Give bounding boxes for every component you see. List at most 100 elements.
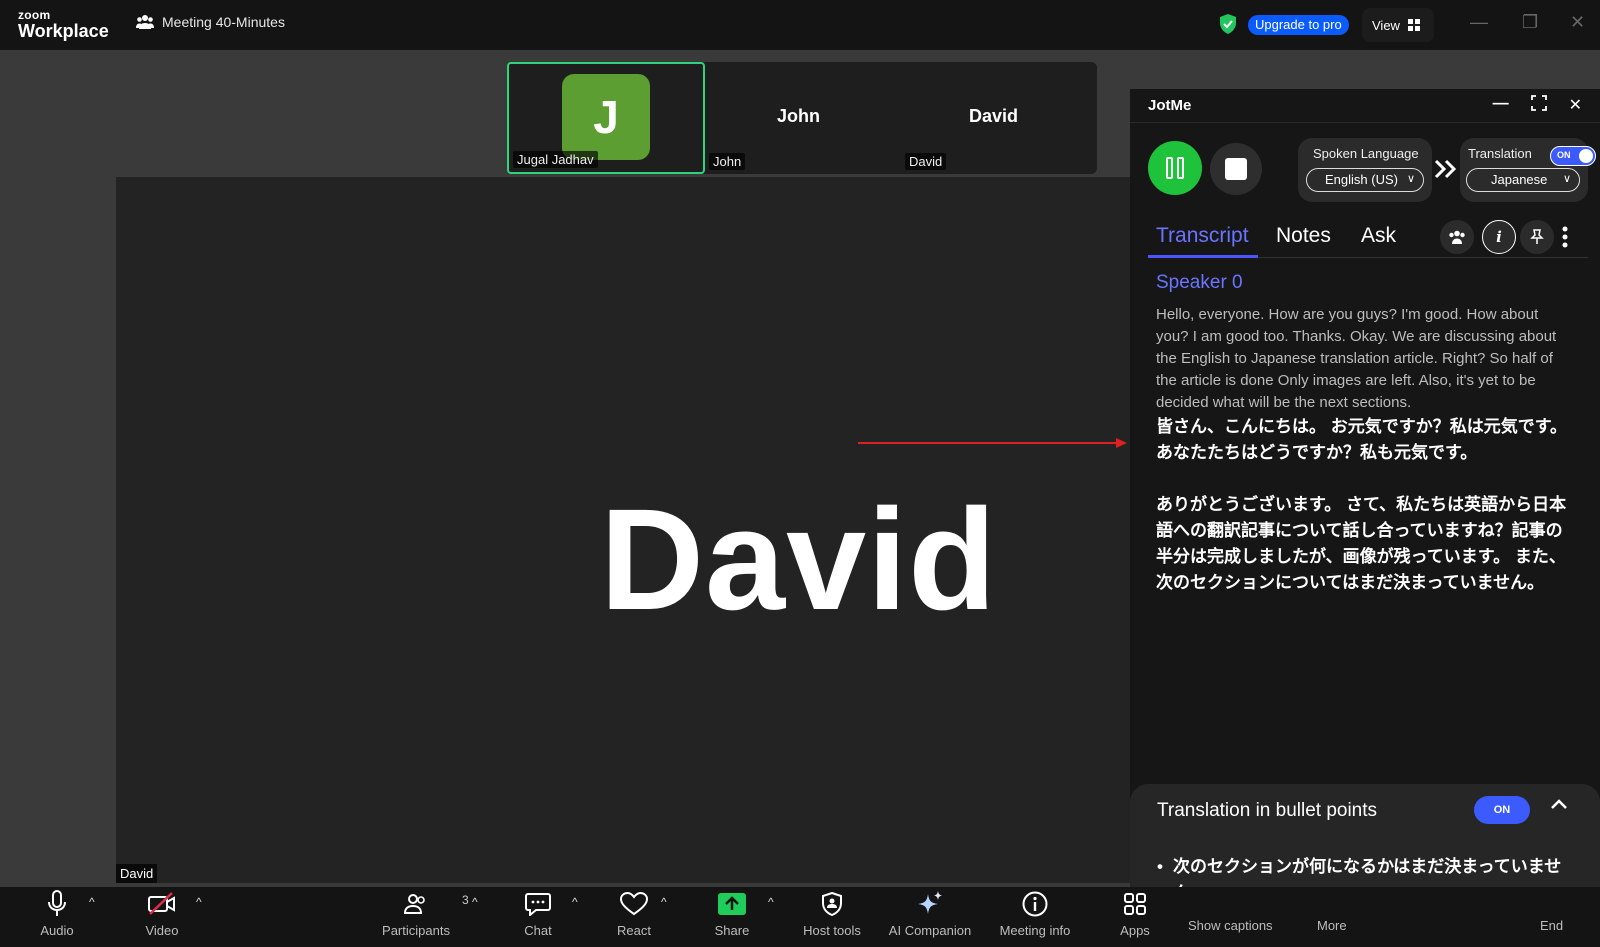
more-button[interactable]: More xyxy=(1317,918,1347,933)
thumbnail-jugal-jadhav[interactable]: J Jugal Jadhav xyxy=(507,62,705,174)
minimize-window-icon[interactable]: — xyxy=(1470,12,1488,33)
heart-icon xyxy=(620,892,648,916)
pause-icon xyxy=(1166,157,1184,179)
more-options-icon[interactable] xyxy=(1562,226,1568,253)
pause-recording-button[interactable] xyxy=(1148,141,1202,195)
pin-icon[interactable] xyxy=(1520,220,1554,254)
red-arrow-annotation xyxy=(858,438,1127,448)
toggle-knob xyxy=(1579,149,1593,163)
thumbnail-name-tag: John xyxy=(709,153,746,170)
tab-notes[interactable]: Notes xyxy=(1276,224,1331,248)
share-label: Share xyxy=(714,923,750,938)
japanese-translation-text: ありがとうございます。 さて、私たちは英語から日本語への翻訳記事について話し合っ… xyxy=(1156,495,1567,592)
jotme-tabs: Transcript Notes Ask i xyxy=(1148,220,1588,258)
zoom-workplace-logo: zoom Workplace xyxy=(18,9,109,40)
participants-group-icon xyxy=(136,15,154,29)
ai-companion-button[interactable]: AI Companion xyxy=(885,889,975,938)
stop-icon xyxy=(1225,158,1247,180)
translation-language-value: Japanese xyxy=(1491,172,1548,187)
chevron-down-icon: ∨ xyxy=(1562,173,1571,185)
sparkle-icon xyxy=(918,891,942,914)
host-tools-label: Host tools xyxy=(803,923,861,938)
thumbnail-name: David xyxy=(969,106,1019,126)
jotme-header: JotMe — ✕ xyxy=(1130,89,1600,123)
react-options-caret-icon[interactable]: ^ xyxy=(661,895,667,909)
double-chevron-right-icon xyxy=(1434,159,1457,179)
meeting-title-area[interactable]: Meeting 40-Minutes xyxy=(136,14,285,30)
chevron-down-icon: ∨ xyxy=(1406,173,1415,185)
show-captions-button[interactable]: Show captions xyxy=(1188,918,1273,933)
view-label: View xyxy=(1372,17,1400,33)
active-speaker-name: David xyxy=(600,479,998,640)
chat-label: Chat xyxy=(524,923,552,938)
translation-label: Translation xyxy=(1468,146,1532,161)
tab-transcript[interactable]: Transcript xyxy=(1156,224,1249,248)
title-bar: zoom Workplace Meeting 40-Minutes Upgrad… xyxy=(0,0,1600,50)
thumbnail-david[interactable]: David David xyxy=(901,62,1097,174)
share-screen-icon xyxy=(718,893,746,915)
microphone-icon xyxy=(48,890,66,916)
logo-brand-small: zoom xyxy=(18,8,51,22)
participants-button[interactable]: 3 Participants xyxy=(371,889,469,938)
meeting-title: Meeting 40-Minutes xyxy=(162,14,285,30)
transcript-content: Speaker 0 Hello, everyone. How are you g… xyxy=(1156,272,1568,596)
video-off-icon xyxy=(148,892,175,915)
participants-label: Participants xyxy=(382,923,450,938)
upgrade-to-pro-button[interactable]: Upgrade to pro xyxy=(1248,15,1349,35)
avatar: J xyxy=(562,74,650,160)
meeting-info-label: Meeting info xyxy=(999,923,1071,938)
spoken-language-value: English (US) xyxy=(1325,172,1398,187)
end-meeting-button[interactable]: End xyxy=(1540,918,1563,933)
host-tools-shield-icon xyxy=(822,892,842,916)
bullets-toggle[interactable]: ON xyxy=(1474,796,1530,824)
spoken-language-select[interactable]: English (US) ∨ xyxy=(1306,168,1424,192)
react-label: React xyxy=(617,923,651,938)
spoken-language-box: Spoken Language English (US) ∨ xyxy=(1298,138,1432,202)
translation-toggle-label: ON xyxy=(1557,150,1571,160)
info-icon[interactable]: i xyxy=(1482,220,1516,254)
chat-button[interactable]: Chat xyxy=(493,889,583,938)
meeting-info-button[interactable]: Meeting info xyxy=(990,889,1080,938)
spoken-language-label: Spoken Language xyxy=(1313,146,1419,161)
speakers-icon[interactable] xyxy=(1440,220,1474,254)
chat-options-caret-icon[interactable]: ^ xyxy=(572,895,578,909)
maximize-window-icon[interactable]: ❐ xyxy=(1522,12,1538,33)
participants-icon xyxy=(404,894,425,914)
thumbnail-john[interactable]: John John xyxy=(705,62,901,174)
participant-thumbnails: J Jugal Jadhav John John David David xyxy=(507,62,1097,174)
stop-recording-button[interactable] xyxy=(1210,143,1262,195)
video-button[interactable]: Video xyxy=(117,889,207,938)
thumbnail-name-tag: David xyxy=(905,153,947,170)
main-video-area: David David xyxy=(116,177,1136,883)
logo-brand-large: Workplace xyxy=(18,21,109,41)
translation-language-select[interactable]: Japanese ∨ xyxy=(1466,168,1580,192)
bullets-title: Translation in bullet points xyxy=(1157,800,1378,821)
security-shield-icon[interactable] xyxy=(1218,13,1238,35)
view-button[interactable]: View xyxy=(1362,8,1434,42)
translation-box: Translation ON Japanese ∨ xyxy=(1460,138,1596,202)
tab-ask[interactable]: Ask xyxy=(1361,224,1396,248)
fullscreen-icon[interactable] xyxy=(1530,95,1547,111)
chat-icon xyxy=(525,893,551,916)
active-tab-indicator xyxy=(1148,255,1258,258)
share-button[interactable]: Share xyxy=(687,889,777,938)
ai-companion-label: AI Companion xyxy=(888,923,972,938)
participants-count: 3 xyxy=(462,893,469,907)
video-options-caret-icon[interactable]: ^ xyxy=(196,895,202,909)
participants-options-caret-icon[interactable]: ^ xyxy=(472,895,478,909)
close-window-icon[interactable]: ✕ xyxy=(1570,12,1585,33)
audio-label: Audio xyxy=(40,923,74,938)
chevron-up-icon[interactable] xyxy=(1550,798,1568,810)
meeting-toolbar: Audio ^ Video ^ 3 Participants ^ Chat ^ … xyxy=(0,887,1600,947)
english-transcript-text: Hello, everyone. How are you guys? I'm g… xyxy=(1156,306,1557,411)
minimize-panel-icon[interactable]: — xyxy=(1493,95,1509,115)
main-video-name-tag: David xyxy=(116,864,158,883)
apps-button[interactable]: Apps xyxy=(1090,889,1180,938)
host-tools-button[interactable]: Host tools xyxy=(787,889,877,938)
thumbnail-name-tag: Jugal Jadhav xyxy=(513,151,598,168)
audio-options-caret-icon[interactable]: ^ xyxy=(89,895,95,909)
close-panel-icon[interactable]: ✕ xyxy=(1569,95,1582,115)
translation-toggle[interactable]: ON xyxy=(1550,146,1596,166)
share-options-caret-icon[interactable]: ^ xyxy=(768,895,774,909)
